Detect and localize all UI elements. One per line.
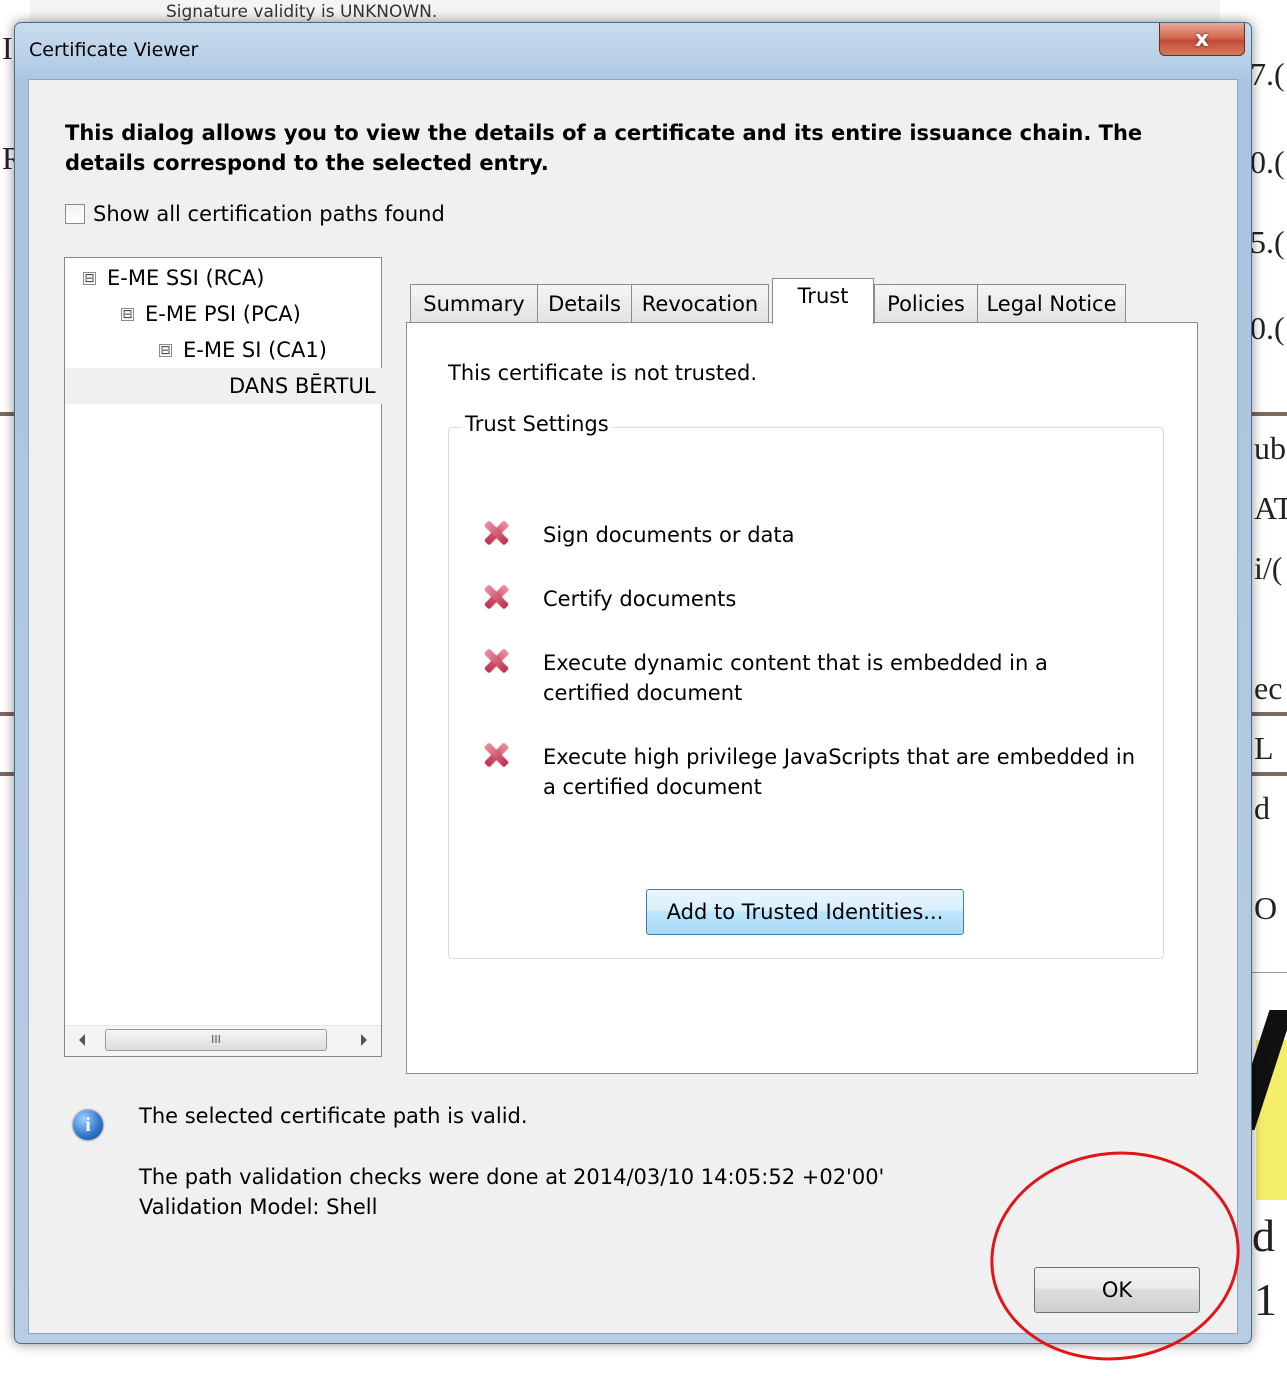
show-all-paths-label[interactable]: Show all certification paths found (93, 202, 445, 226)
tree-node-label[interactable]: E-ME SI (CA1) (183, 338, 327, 362)
bg-rule (0, 412, 14, 416)
x-mark-icon (481, 740, 511, 770)
permission-dynamic-content: Execute dynamic content that is embedded… (481, 648, 1141, 708)
x-mark-icon (481, 518, 511, 548)
permission-text: Certify documents (543, 587, 737, 611)
tree-node-label[interactable]: E-ME SSI (RCA) (107, 266, 264, 290)
collapse-icon[interactable]: ⊟ (83, 271, 96, 285)
title-bar[interactable]: Certificate Viewer x (15, 23, 1251, 79)
x-mark-icon (481, 646, 511, 676)
tree-node-rca[interactable]: ⊟ E-ME SSI (RCA) (65, 260, 399, 296)
validation-details: The path validation checks were done at … (139, 1162, 884, 1222)
tree-node-label[interactable]: E-ME PSI (PCA) (145, 302, 301, 326)
tab-summary[interactable]: Summary (410, 284, 538, 322)
path-valid-text: The selected certificate path is valid. (139, 1104, 528, 1128)
trust-settings-title: Trust Settings (461, 412, 613, 436)
dialog-client-area: This dialog allows you to view the detai… (28, 79, 1238, 1334)
permission-text: Execute dynamic content that is embedded… (543, 651, 1048, 705)
show-all-paths-row[interactable]: Show all certification paths found (65, 202, 445, 226)
scroll-right-arrow-icon[interactable] (361, 1034, 367, 1046)
close-button[interactable]: x (1159, 23, 1245, 56)
certificate-viewer-dialog: Certificate Viewer x This dialog allows … (14, 22, 1252, 1344)
bg-glyph: L (1254, 730, 1274, 766)
bg-rule (1250, 772, 1287, 776)
tree-node-pca[interactable]: ⊟ E-ME PSI (PCA) (65, 296, 437, 332)
intro-text: This dialog allows you to view the detai… (65, 121, 1143, 175)
bg-glyph: 0.( (1250, 310, 1285, 346)
validation-time-text: The path validation checks were done at … (139, 1165, 885, 1189)
tab-revocation[interactable]: Revocation (631, 284, 769, 322)
bg-rule (1250, 412, 1287, 416)
collapse-icon[interactable]: ⊟ (159, 343, 172, 357)
trust-settings-group: Trust Settings Sign documents or data Ce… (448, 412, 1164, 959)
signature-status-bar: Signature validity is UNKNOWN. (30, 0, 1220, 23)
bg-glyph: I (2, 30, 13, 66)
certificate-chain-tree: ⊟ E-ME SSI (RCA) ⊟ E-ME PSI (PCA) ⊟ E-ME… (64, 257, 545, 1057)
ok-button[interactable]: OK (1034, 1267, 1200, 1313)
bg-glyph: i/( (1254, 550, 1283, 586)
bg-glyph: 0.( (1250, 144, 1285, 180)
bg-glyph: 5.( (1250, 224, 1285, 260)
info-icon: i (73, 1110, 103, 1140)
show-all-paths-checkbox[interactable] (65, 204, 85, 224)
tab-trust[interactable]: Trust (772, 278, 874, 324)
scroll-left-arrow-icon[interactable] (79, 1034, 85, 1046)
tree-node-label[interactable]: DANS BĒRTUL (229, 374, 376, 398)
signature-status-text: Signature validity is UNKNOWN. (166, 2, 438, 22)
add-to-trusted-identities-button[interactable]: Add to Trusted Identities... (646, 889, 964, 935)
bg-rule (1250, 712, 1287, 716)
bg-glyph: ub (1254, 430, 1286, 466)
trust-status-text: This certificate is not trusted. (448, 361, 758, 385)
tab-details[interactable]: Details (537, 284, 632, 322)
permission-certify-documents: Certify documents (481, 584, 1141, 614)
x-mark-icon (481, 582, 511, 612)
permission-javascript: Execute high privilege JavaScripts that … (481, 742, 1141, 802)
bg-glyph: d (1254, 790, 1270, 826)
bg-glyph: O (1254, 890, 1278, 926)
tab-legal-notice[interactable]: Legal Notice (977, 284, 1126, 322)
scrollbar-thumb[interactable]: III (105, 1029, 327, 1051)
bg-glyph: AT (1254, 490, 1287, 526)
collapse-icon[interactable]: ⊟ (121, 307, 134, 321)
bg-rule (0, 712, 14, 716)
permission-sign-documents: Sign documents or data (481, 520, 1141, 550)
trust-tab-panel: This certificate is not trusted. Trust S… (406, 322, 1198, 1074)
permission-text: Sign documents or data (543, 523, 795, 547)
bg-dotted-rule (1250, 972, 1287, 973)
tab-policies[interactable]: Policies (874, 284, 978, 322)
bg-rule (0, 772, 14, 776)
tree-horizontal-scrollbar[interactable]: III (65, 1025, 381, 1056)
validation-model-text: Validation Model: Shell (139, 1195, 378, 1219)
bg-glyph: ec (1254, 670, 1283, 706)
bg-glyph: 7.( (1250, 56, 1285, 92)
bg-glyph: 1 (1254, 1274, 1277, 1325)
bg-glyph: d (1252, 1210, 1275, 1261)
close-icon: x (1194, 26, 1210, 52)
window-title: Certificate Viewer (29, 39, 199, 61)
permission-text: Execute high privilege JavaScripts that … (543, 745, 1136, 799)
